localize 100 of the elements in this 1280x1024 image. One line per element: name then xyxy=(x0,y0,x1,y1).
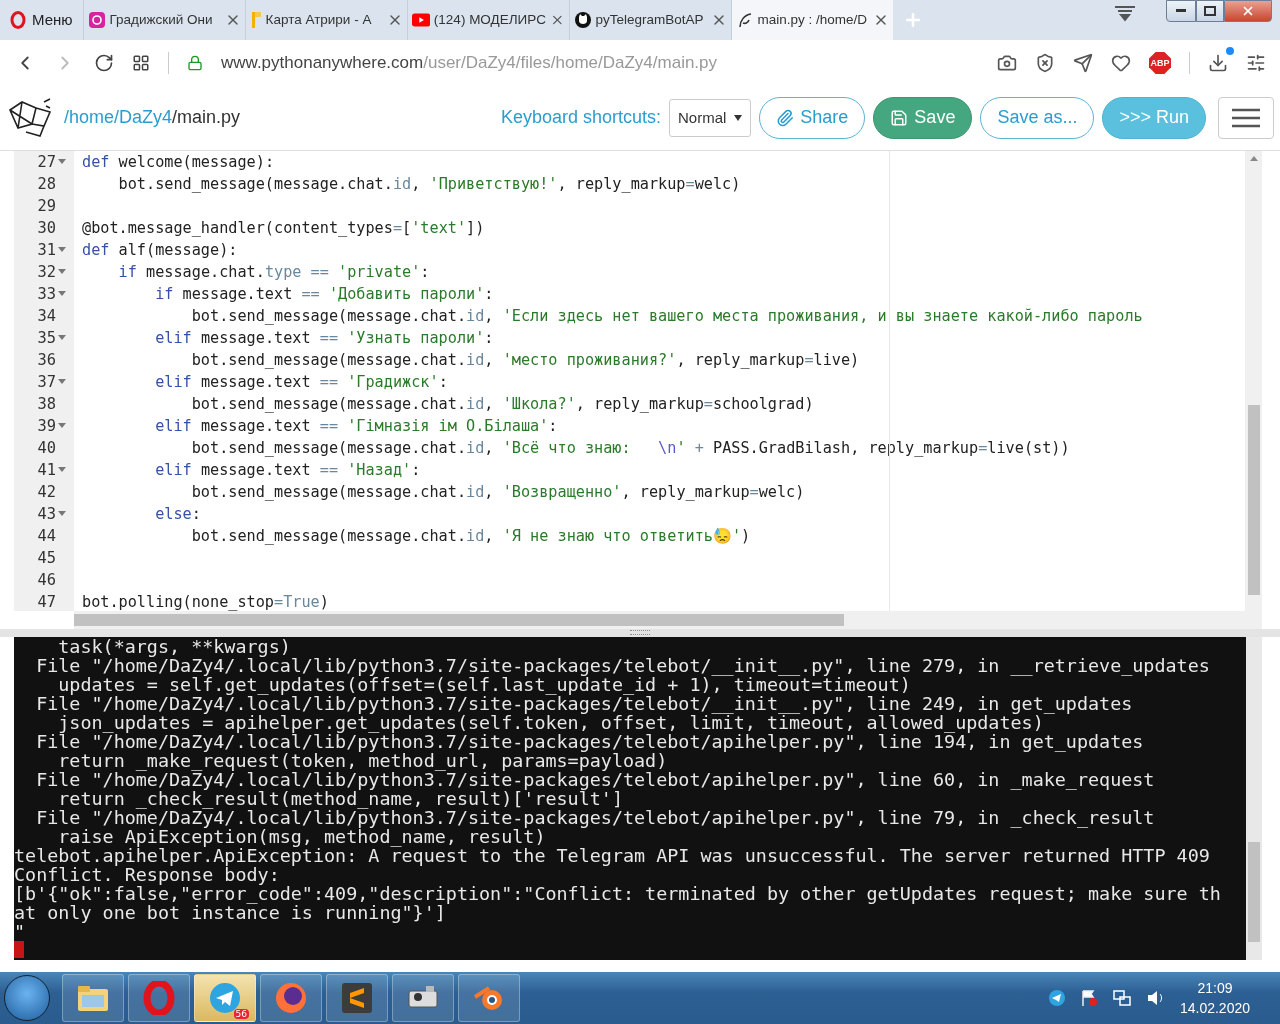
line-number: 45 xyxy=(14,546,74,569)
code-line: bot.send_message(message.chat.id, 'место проживания?', reply_markup=live) xyxy=(190,349,860,371)
code-line: bot.send_message(message.chat.id, 'Я не знаю что ответить😓') xyxy=(190,525,751,547)
fold-arrow-icon[interactable] xyxy=(58,423,66,429)
browser-tab[interactable]: Градижский Они xyxy=(82,0,245,40)
taskbar-app[interactable] xyxy=(326,974,388,1023)
letter-o-logo-icon xyxy=(10,10,26,29)
download-icon[interactable] xyxy=(1208,52,1228,73)
play-logo-icon xyxy=(411,12,430,27)
lock-icon xyxy=(187,54,203,71)
console-line: " xyxy=(14,921,27,941)
fold-arrow-icon[interactable] xyxy=(58,247,66,253)
browser-tab[interactable]: (124) МОДЕЛИРС xyxy=(406,0,569,40)
folder-icon xyxy=(76,983,110,1014)
line-number: 35 xyxy=(14,326,74,349)
reload-icon[interactable] xyxy=(94,52,114,73)
line-number: 28 xyxy=(14,172,74,195)
vertical-scrollbar[interactable] xyxy=(1245,150,1262,611)
browser-tab[interactable]: Карта Атрири - А xyxy=(244,0,407,40)
code-line: bot.polling(none_stop=True) xyxy=(82,591,329,611)
address-field[interactable]: www.pythonanywhere.com/user/DaZy4/files/home/DaZy4/main.py xyxy=(221,52,979,73)
flag-icon xyxy=(1079,989,1098,1008)
taskbar-app[interactable] xyxy=(128,974,190,1023)
horizontal-scrollbar[interactable] xyxy=(74,610,1262,629)
code-line: else: xyxy=(154,503,201,525)
text-cursor xyxy=(14,940,24,958)
taskbar-app[interactable] xyxy=(260,974,322,1023)
paperclip-icon xyxy=(776,108,795,127)
clock-time: 21:09 xyxy=(1197,979,1233,999)
code-line: elif message.text == 'Градижск': xyxy=(154,371,448,393)
code-line: bot.send_message(message.chat.id, 'Возвращенно', reply_markup=welc) xyxy=(190,481,805,503)
browser-tab[interactable]: main.py : /home/D xyxy=(730,0,893,40)
shortcuts-select[interactable]: Normal xyxy=(668,98,752,137)
caret-icon xyxy=(734,114,743,121)
line-number: 36 xyxy=(14,348,74,371)
code-line: elif message.text == 'Гімназія ім О.Білаша': xyxy=(154,415,558,437)
clock-date: 14.02.2020 xyxy=(1179,999,1250,1019)
line-number: 47 xyxy=(14,590,74,611)
camera-logo-icon xyxy=(87,10,106,29)
fold-arrow-icon[interactable] xyxy=(58,511,66,517)
menu-button[interactable] xyxy=(1218,96,1274,139)
taskbar-app[interactable]: 56 xyxy=(194,974,256,1023)
close-icon xyxy=(1241,4,1255,18)
line-number: 46 xyxy=(14,568,74,591)
s-logo-icon xyxy=(342,983,372,1014)
network-icon xyxy=(1111,989,1132,1008)
code-line: bot.send_message(message.chat.id, 'Приветствую!', reply_markup=welc) xyxy=(117,173,741,195)
code-line: bot.send_message(message.chat.id, 'Школа?', reply_markup=schoolgrad) xyxy=(190,393,814,415)
start-button[interactable] xyxy=(4,975,50,1022)
code-line: def alf(message): xyxy=(82,239,238,261)
code-line: @bot.message_handler(content_types=['text']) xyxy=(82,217,485,239)
line-number: 33 xyxy=(14,282,74,305)
code-line: if message.text == 'Добавить пароли': xyxy=(154,283,494,305)
flag-icon xyxy=(249,10,262,29)
browser-menu-button[interactable]: Меню xyxy=(6,0,83,40)
letter-o-logo-icon xyxy=(142,981,176,1016)
code-line: elif message.text == 'Назад': xyxy=(154,459,421,481)
resize-handle[interactable] xyxy=(0,628,1280,637)
line-number: 42 xyxy=(14,480,74,503)
line-number: 43 xyxy=(14,502,74,525)
browser-tab[interactable]: pyTelegramBotAP xyxy=(568,0,731,40)
cat-logo-icon xyxy=(573,10,592,29)
minimize-button[interactable] xyxy=(1166,0,1196,22)
fold-arrow-icon[interactable] xyxy=(58,269,66,275)
line-number: 38 xyxy=(14,392,74,415)
adblock-button[interactable]: ABP xyxy=(1149,51,1171,74)
taskbar-app[interactable] xyxy=(62,974,124,1023)
code-line: if message.chat.type == 'private': xyxy=(117,261,430,283)
grid-icon[interactable] xyxy=(132,53,150,72)
fold-arrow-icon[interactable] xyxy=(58,379,66,385)
heart-icon[interactable] xyxy=(1111,52,1131,73)
notification-dot xyxy=(1226,46,1234,55)
current-file-name: /main.py xyxy=(172,107,241,129)
fold-arrow-icon[interactable] xyxy=(58,291,66,297)
line-number: 44 xyxy=(14,524,74,547)
line-number: 39 xyxy=(14,414,74,437)
line-number: 41 xyxy=(14,458,74,481)
console-line: task(*args, **kwargs) xyxy=(57,636,291,656)
settings-icon[interactable] xyxy=(1246,52,1266,73)
taskbar-app[interactable] xyxy=(458,974,520,1023)
fold-arrow-icon[interactable] xyxy=(58,159,66,165)
send-icon[interactable] xyxy=(1073,52,1093,73)
fold-arrow-icon[interactable] xyxy=(58,467,66,473)
line-number: 40 xyxy=(14,436,74,459)
console-scrollbar[interactable] xyxy=(1246,636,1262,961)
code-line: bot.send_message(message.chat.id, 'Всё что знаю: \n' + PASS.GradBilash, reply_markup=live(st)) xyxy=(190,437,1070,459)
shield-icon[interactable] xyxy=(1035,52,1055,73)
fold-arrow-icon[interactable] xyxy=(58,335,66,341)
unread-badge: 56 xyxy=(233,1009,249,1020)
maximize-button[interactable] xyxy=(1196,0,1224,22)
line-number: 31 xyxy=(14,238,74,261)
line-number: 27 xyxy=(14,150,74,173)
console-line: [b'{"ok":false,"error_code":409,"description":"Conflict: terminated by other getUpdates request; make sure th xyxy=(14,883,1222,903)
shortcuts-label: Keyboard shortcuts: xyxy=(500,107,661,129)
taskbar-app[interactable] xyxy=(392,974,454,1023)
code-line: elif message.text == 'Узнать пароли': xyxy=(154,327,494,349)
line-number: 34 xyxy=(14,304,74,327)
tab-stack-icon[interactable] xyxy=(1114,6,1136,22)
console-line: File "/home/DaZy4/.local/lib/python3.7/site-packages/telebot/apihelper.py", line 79, in _check_result xyxy=(35,807,1156,827)
fox-logo-icon xyxy=(274,981,308,1016)
